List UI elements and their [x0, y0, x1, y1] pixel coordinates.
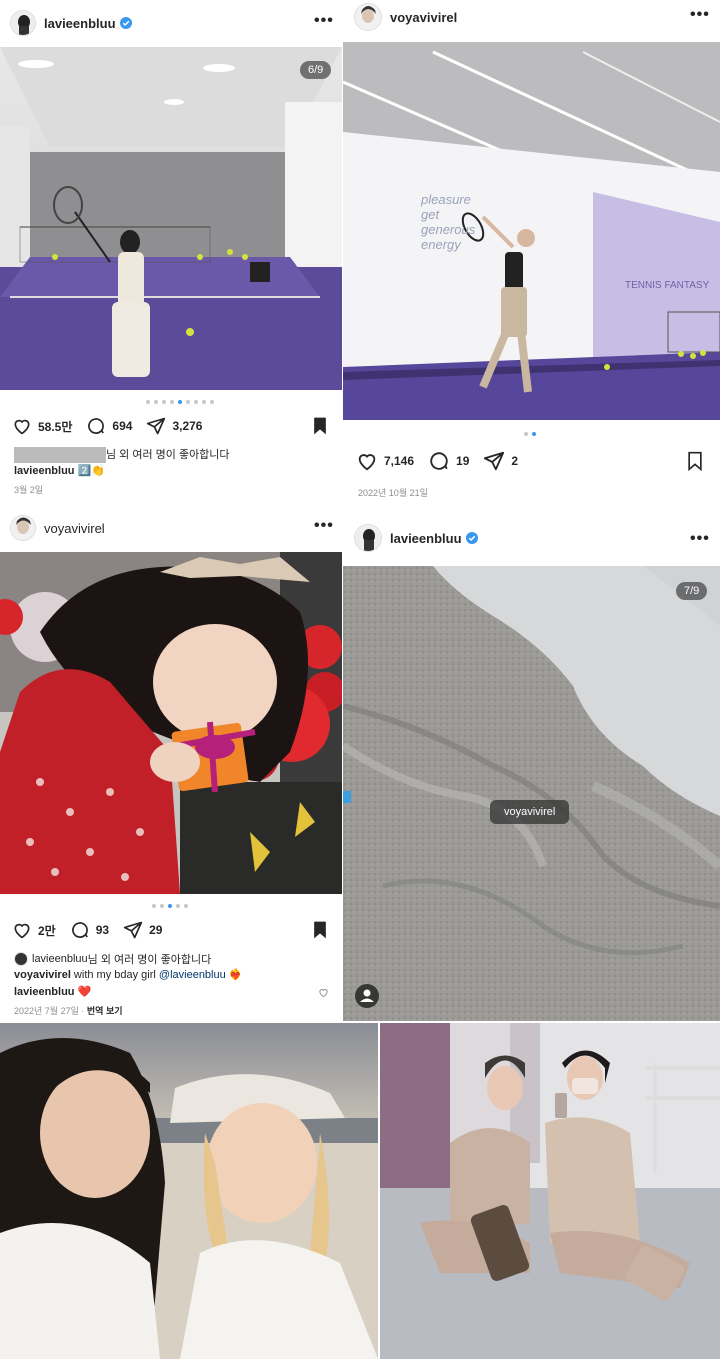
studio-photo[interactable]	[380, 1023, 720, 1359]
more-icon[interactable]: •••	[690, 6, 710, 24]
share-count: 3,276	[172, 419, 203, 433]
post2-actions: 7,146 19 2	[356, 450, 532, 472]
post2-username[interactable]: voyavivirel	[390, 10, 457, 25]
post-date-row: 2022년 7월 27일 · 번역 보기	[14, 1006, 123, 1016]
bookmark-icon[interactable]	[310, 416, 330, 436]
user-tag[interactable]: voyavivirel	[490, 800, 570, 824]
more-icon[interactable]: •••	[314, 12, 334, 30]
post1-actions: 58.5만 694 3,276	[12, 416, 216, 436]
liked-by: 님 외 여러 명이 좋아합니다	[14, 446, 230, 464]
person-tag-icon[interactable]	[355, 984, 379, 1008]
avatar[interactable]	[354, 3, 382, 31]
caption-text: 2️⃣👏	[77, 465, 105, 477]
comment-like-heart-icon[interactable]	[318, 987, 329, 998]
comment-count: 694	[112, 419, 133, 433]
carousel-dots	[524, 432, 536, 436]
post4-header: lavieenbluu	[354, 524, 478, 552]
post-date: 2022년 10월 21일	[358, 488, 428, 498]
post1-photo[interactable]: 6/9	[0, 47, 342, 390]
post-date: 2022년 7월 27일	[14, 1006, 79, 1016]
comment-username[interactable]: lavieenbluu	[14, 986, 75, 998]
caption-emoji: ❤️‍🔥	[228, 969, 243, 981]
heart-icon[interactable]	[356, 450, 378, 472]
share-count: 29	[149, 923, 163, 937]
post2-photo[interactable]: pleasure get generous energy TENNIS FANT…	[343, 42, 720, 420]
carousel-counter: 7/9	[676, 582, 708, 600]
avatar[interactable]	[10, 515, 36, 541]
post4-photo[interactable]: 7/9 voyavivirel	[343, 566, 720, 1021]
like-count: 7,146	[384, 454, 415, 468]
liked-by-user[interactable]: lavieenbluu	[32, 953, 88, 965]
like-count: 58.5만	[38, 419, 73, 434]
avatar	[14, 952, 28, 966]
heart-icon[interactable]	[12, 920, 32, 940]
redacted-username	[14, 447, 106, 464]
comment-icon[interactable]	[428, 450, 450, 472]
comment-count: 93	[95, 923, 110, 937]
carousel-dots	[146, 400, 214, 404]
share-icon[interactable]	[483, 450, 505, 472]
post3-caption: voyavivirel with my bday girl @lavieenbl…	[14, 968, 243, 981]
more-icon[interactable]: •••	[314, 517, 334, 535]
caption-username[interactable]: voyavivirel	[14, 969, 71, 981]
share-icon[interactable]	[146, 416, 166, 436]
post3-photo[interactable]	[0, 552, 342, 894]
comment-count: 19	[456, 454, 470, 468]
liked-by-text: 님 외 여러 명이 좋아합니다	[87, 954, 212, 966]
verified-badge-icon	[119, 17, 132, 29]
heart-icon[interactable]	[12, 416, 32, 436]
share-count: 2	[511, 454, 519, 468]
comment-icon[interactable]	[70, 920, 90, 940]
post3-username[interactable]: voyavivirel	[44, 521, 105, 536]
liked-by: lavieenbluu 님 외 여러 명이 좋아합니다	[14, 951, 211, 967]
comment-text: ❤️	[77, 986, 92, 998]
avatar[interactable]	[354, 524, 382, 552]
comment-icon[interactable]	[86, 416, 106, 436]
verified-badge-icon	[465, 532, 478, 544]
post2-header: voyavivirel	[354, 3, 457, 31]
post3-header: voyavivirel	[10, 515, 105, 541]
post1-caption: lavieenbluu 2️⃣👏	[14, 464, 105, 477]
post3-actions: 2만 93 29	[12, 920, 176, 940]
avatar[interactable]	[10, 10, 36, 36]
post-date: 3월 2일	[14, 485, 44, 495]
beach-photo[interactable]	[0, 1023, 378, 1359]
caption-username[interactable]: lavieenbluu	[14, 465, 75, 477]
caption-mention[interactable]: @lavieenbluu	[159, 969, 226, 981]
wall-text: pleasure get generous energy	[421, 192, 476, 252]
more-icon[interactable]: •••	[690, 530, 710, 548]
post1-header: lavieenbluu	[10, 10, 132, 36]
bookmark-icon[interactable]	[685, 450, 705, 472]
carousel-counter: 6/9	[300, 61, 332, 79]
carousel-dots	[152, 904, 188, 908]
wall-text-2: TENNIS FANTASY	[625, 280, 710, 291]
bookmark-icon[interactable]	[310, 920, 330, 940]
like-count: 2만	[38, 923, 56, 938]
post4-username[interactable]: lavieenbluu	[390, 531, 462, 546]
comment: lavieenbluu ❤️	[14, 985, 91, 998]
share-icon[interactable]	[123, 920, 143, 940]
liked-by-text: 님 외 여러 명이 좋아합니다	[106, 449, 230, 461]
post1-username[interactable]: lavieenbluu	[44, 16, 116, 31]
translate-link[interactable]: 번역 보기	[87, 1006, 123, 1016]
caption-text: with my bday girl	[70, 969, 159, 981]
